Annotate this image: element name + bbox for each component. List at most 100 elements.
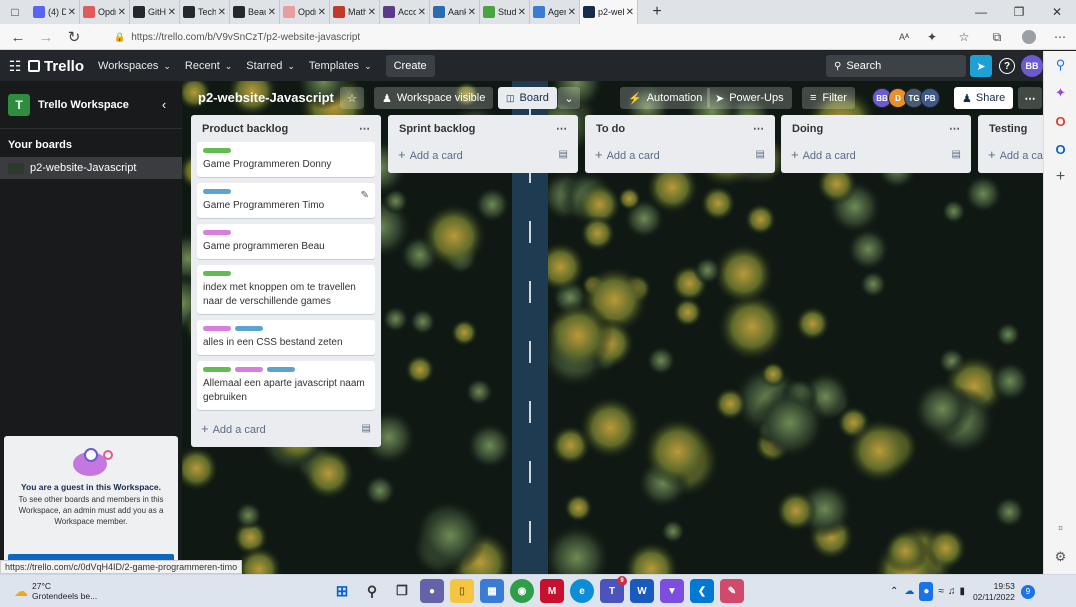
close-tab-icon[interactable]: ✕	[68, 7, 76, 18]
teams-icon[interactable]: T9	[600, 576, 627, 603]
card-label[interactable]	[203, 326, 231, 331]
member-avatar[interactable]: PB	[920, 88, 940, 108]
close-tab-icon[interactable]: ✕	[318, 7, 326, 18]
office-icon[interactable]: O	[1044, 107, 1076, 135]
create-button[interactable]: Create	[385, 55, 435, 77]
card-template-icon[interactable]: ▤	[362, 423, 371, 434]
list-header[interactable]: To do ⋯	[591, 115, 769, 142]
close-tab-icon[interactable]: ✕	[268, 7, 276, 18]
vpn-icon[interactable]: ▼	[660, 579, 684, 603]
file-explorer-icon[interactable]: ▯	[450, 579, 474, 603]
collections-icon[interactable]: ⧉	[982, 24, 1012, 50]
sidebar-settings-icon[interactable]: ⚙	[1044, 543, 1076, 571]
notification-badge[interactable]: 9	[1020, 584, 1035, 599]
edge-discover-icon[interactable]: ✦	[1044, 79, 1076, 107]
board-title[interactable]: p2-website-Javascript	[198, 90, 334, 105]
edit-card-icon[interactable]: ✎	[361, 189, 369, 203]
card-template-icon[interactable]: ▤	[559, 149, 568, 160]
add-card-button[interactable]: +Add a card▤	[591, 142, 769, 167]
card[interactable]: Game Programmeren Donny	[197, 142, 375, 177]
browser-tab[interactable]: Opdrac✕	[80, 0, 130, 24]
menu-workspaces[interactable]: Workspaces ⌄	[98, 60, 171, 72]
apps-grid-icon[interactable]: ☷	[2, 58, 28, 75]
view-switcher-button[interactable]: ⌄	[558, 87, 580, 109]
card-label[interactable]	[203, 230, 231, 235]
card-label[interactable]	[267, 367, 295, 372]
close-tab-icon[interactable]: ✕	[568, 7, 576, 18]
list-header[interactable]: Testing⋯	[984, 115, 1043, 142]
wifi-icon[interactable]: ≈	[938, 586, 944, 597]
close-tab-icon[interactable]: ✕	[168, 7, 176, 18]
close-tab-icon[interactable]: ✕	[368, 7, 376, 18]
task-view-icon[interactable]: ❐	[390, 579, 414, 603]
outlook-icon[interactable]: O	[1044, 135, 1076, 163]
list-menu-icon[interactable]: ⋯	[949, 122, 960, 135]
word-icon[interactable]: W	[630, 579, 654, 603]
card-template-icon[interactable]: ▤	[756, 149, 765, 160]
browser-tab[interactable]: Agenda✕	[530, 0, 580, 24]
visibility-button[interactable]: ♟ Workspace visible	[374, 87, 494, 109]
clock-time[interactable]: 19:53	[973, 581, 1015, 592]
close-tab-icon[interactable]: ✕	[218, 7, 226, 18]
teams-chat-icon[interactable]: ●	[420, 579, 444, 603]
notifications-icon[interactable]: ➤	[970, 55, 992, 77]
menu-recent[interactable]: Recent ⌄	[185, 60, 232, 72]
battery-icon[interactable]: ▮	[959, 586, 965, 597]
menu-templates[interactable]: Templates ⌄	[309, 60, 372, 72]
close-tab-icon[interactable]: ✕	[626, 7, 634, 18]
volume-icon[interactable]: ♫	[948, 586, 956, 597]
url-field[interactable]: 🔒 https://trello.com/b/V9vSnCzT/p2-websi…	[108, 28, 938, 46]
sidebar-layout-icon[interactable]: ▫	[1044, 513, 1076, 541]
sidebar-board-item[interactable]: p2-website-Javascript	[0, 157, 182, 179]
browser-tab[interactable]: Opdrac✕	[280, 0, 330, 24]
browser-tab[interactable]: Accoun✕	[380, 0, 430, 24]
taskbar-search-icon[interactable]: ⚲	[360, 579, 384, 603]
store-icon[interactable]: ▦	[480, 579, 504, 603]
card-label[interactable]	[203, 189, 231, 194]
browser-tab[interactable]: Studien✕	[480, 0, 530, 24]
browser-tab[interactable]: Aankop✕	[430, 0, 480, 24]
clock-date[interactable]: 02/11/2022	[973, 592, 1015, 603]
card[interactable]: alles in een CSS bestand zeten	[197, 320, 375, 355]
add-card-button[interactable]: +Add a card▤	[197, 416, 375, 441]
board-menu-button[interactable]: ⋯	[1018, 87, 1042, 109]
close-tab-icon[interactable]: ✕	[468, 7, 476, 18]
filter-button[interactable]: ≡ Filter	[802, 87, 855, 109]
tab-actions-icon[interactable]: □	[0, 0, 30, 24]
card-label[interactable]	[203, 367, 231, 372]
board-view-button[interactable]: ◫ Board	[498, 87, 557, 109]
edge-search-icon[interactable]: ⚲	[1044, 51, 1076, 79]
add-card-button[interactable]: +Add a card▤	[984, 142, 1043, 167]
card-label[interactable]	[235, 367, 263, 372]
browser-tab[interactable]: Technie✕	[180, 0, 230, 24]
browser-tab[interactable]: Beau19✕	[230, 0, 280, 24]
star-board-button[interactable]: ☆	[340, 87, 364, 109]
card-template-icon[interactable]: ▤	[952, 149, 961, 160]
reload-button[interactable]: ↻	[60, 24, 88, 50]
workspace-name[interactable]: Trello Workspace	[38, 99, 154, 111]
tracking-icon[interactable]: ✦	[918, 24, 946, 50]
favorites-icon[interactable]: ☆	[946, 24, 982, 50]
powerups-button[interactable]: ➤ Power-Ups	[707, 87, 792, 109]
close-tab-icon[interactable]: ✕	[518, 7, 526, 18]
more-menu-icon[interactable]: ⋯	[1046, 24, 1074, 50]
user-avatar[interactable]: BB	[1021, 55, 1043, 77]
start-icon[interactable]: ⊞	[330, 579, 354, 603]
profile-icon[interactable]	[1012, 24, 1046, 50]
weather-widget[interactable]: ☁ 27°C Grotendeels be...	[14, 581, 97, 601]
menu-starred[interactable]: Starred ⌄	[246, 60, 295, 72]
card-label[interactable]	[235, 326, 263, 331]
add-sidebar-icon[interactable]: +	[1044, 163, 1076, 191]
close-window-button[interactable]: ✕	[1038, 0, 1076, 24]
mcafee-icon[interactable]: M	[540, 579, 564, 603]
automation-button[interactable]: ⚡ Automation	[620, 87, 711, 109]
list-menu-icon[interactable]: ⋯	[753, 122, 764, 135]
browser-tab[interactable]: GitHub✕	[130, 0, 180, 24]
forward-button[interactable]: →	[32, 24, 60, 50]
chrome-icon[interactable]: ◉	[510, 579, 534, 603]
vscode-icon[interactable]: ❮	[690, 579, 714, 603]
list-menu-icon[interactable]: ⋯	[359, 122, 370, 135]
add-card-button[interactable]: +Add a card▤	[394, 142, 572, 167]
back-button[interactable]: ←	[4, 24, 32, 50]
new-tab-button[interactable]: +	[638, 0, 676, 24]
